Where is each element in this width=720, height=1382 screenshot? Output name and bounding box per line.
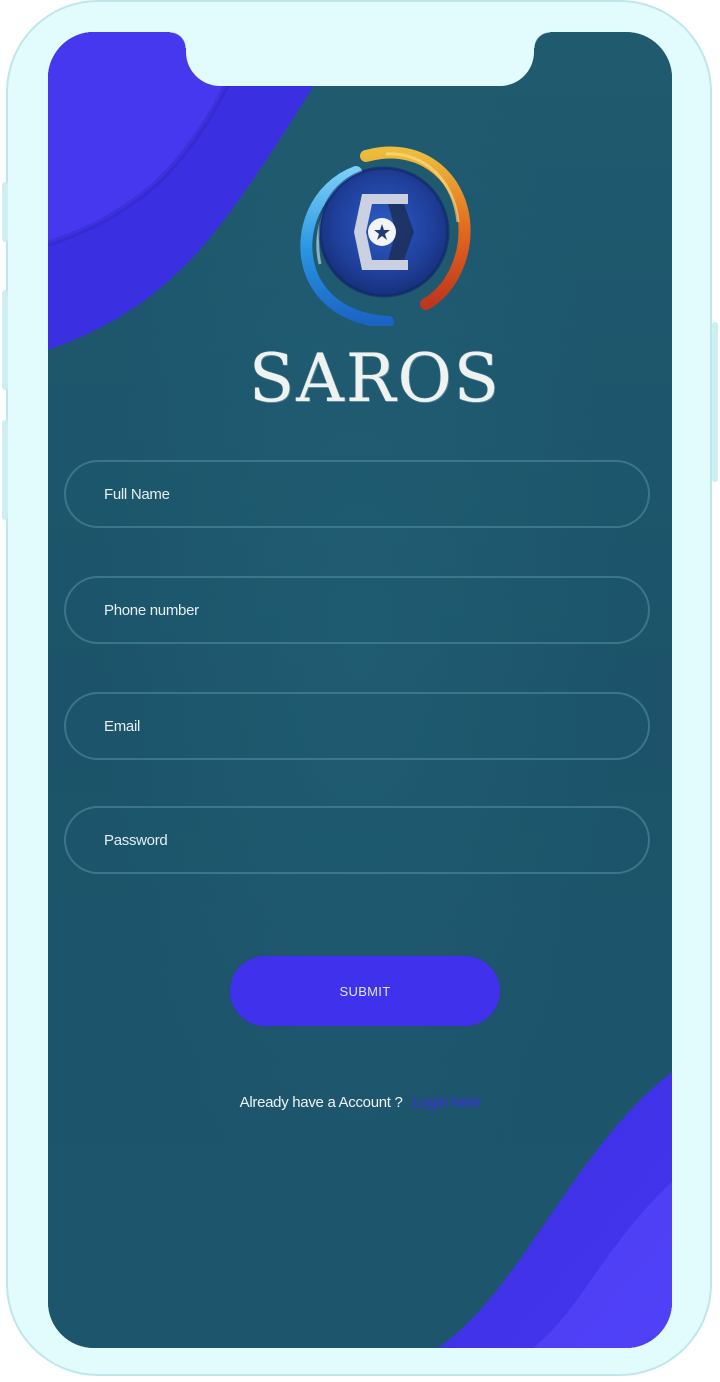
password-input[interactable] (104, 808, 624, 872)
brand-title: SAROS (249, 340, 501, 417)
phone-side-button (2, 290, 8, 390)
login-prompt-text: Already have a Account ? (239, 1094, 403, 1111)
phone-number-field[interactable] (64, 576, 650, 644)
phone-side-button (2, 182, 8, 242)
phone-side-button (712, 322, 718, 482)
phone-number-input[interactable] (104, 578, 624, 642)
saros-dragon-emblem-icon (300, 146, 471, 328)
full-name-field[interactable] (64, 460, 650, 528)
login-here-link[interactable]: Login here (412, 1094, 480, 1111)
saros-logo (296, 142, 472, 328)
email-field[interactable] (64, 692, 650, 760)
phone-notch (170, 32, 550, 86)
email-input[interactable] (104, 694, 624, 758)
phone-side-button (2, 420, 8, 520)
full-name-input[interactable] (104, 462, 624, 526)
submit-button[interactable]: SUBMIT (230, 956, 500, 1026)
password-field[interactable] (64, 806, 650, 874)
login-prompt: Already have a Account ? Login here (150, 1094, 570, 1111)
